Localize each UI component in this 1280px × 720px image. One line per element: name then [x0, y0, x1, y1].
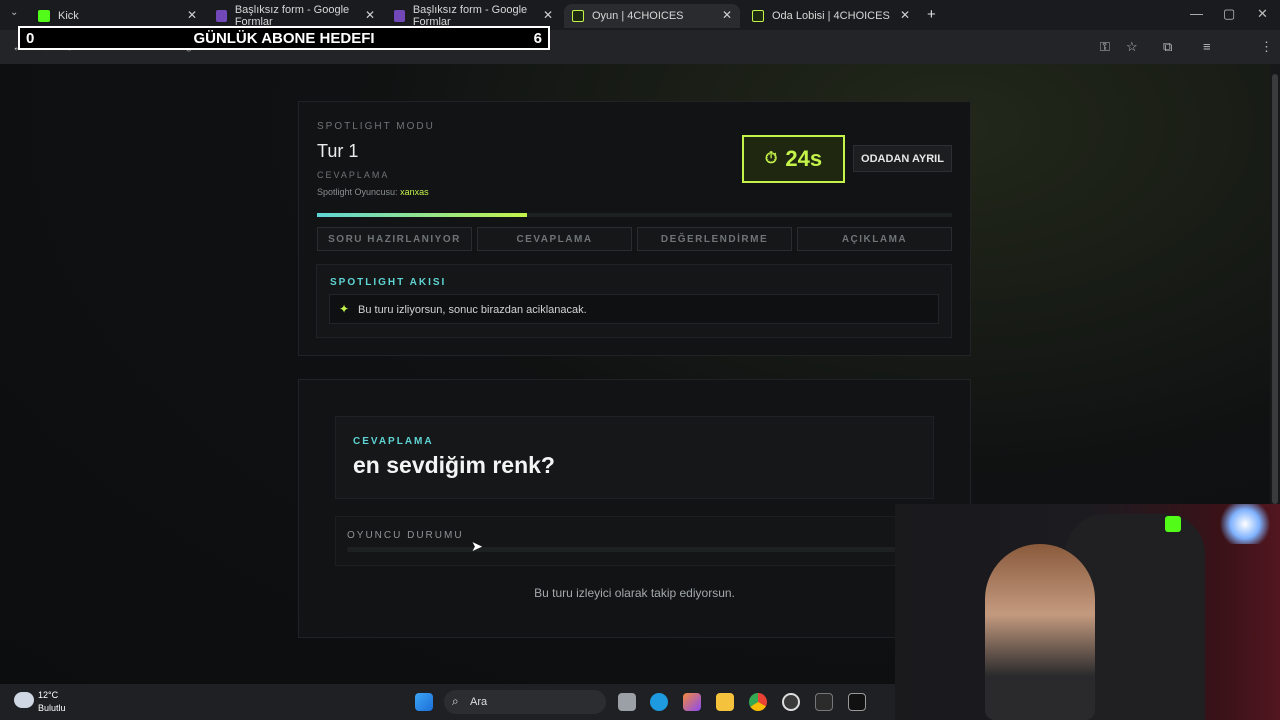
- scroll-thumb[interactable]: [1272, 74, 1278, 504]
- stopwatch-icon: ⏱: [764, 150, 778, 167]
- spotlight-player: Spotlight Oyuncusu: xanxas: [317, 187, 429, 197]
- 4choices-icon: [572, 10, 584, 22]
- tab-game[interactable]: Oyun | 4CHOICES ✕: [564, 4, 740, 28]
- 4choices-icon: [752, 10, 764, 22]
- media-icon[interactable]: ≡: [1203, 39, 1211, 54]
- weather-icon[interactable]: [14, 692, 34, 708]
- streamer: [985, 544, 1095, 720]
- phase-label: CEVAPLAMA: [317, 170, 390, 180]
- player-status-bar: [347, 547, 922, 552]
- tab-form-2[interactable]: Başlıksız form - Google Formlar ✕: [386, 4, 561, 28]
- timer-value: 24s: [785, 146, 823, 171]
- extensions-icon[interactable]: ⧉: [1163, 39, 1172, 55]
- kick-logo-icon: [1165, 516, 1181, 532]
- player-status-panel: [335, 516, 934, 566]
- question-phase: CEVAPLAMA: [353, 436, 434, 447]
- close-icon[interactable]: ✕: [543, 8, 553, 22]
- leave-room-button[interactable]: ODADAN AYRIL: [853, 145, 952, 172]
- goal-title: GÜNLÜK ABONE HEDEFI: [193, 29, 375, 47]
- player-status-title: OYUNCU DURUMU: [347, 530, 464, 541]
- round-title: Tur 1: [317, 141, 359, 161]
- search-icon: ⌕: [452, 694, 459, 708]
- tab-form-1[interactable]: Başlıksız form - Google Formlar ✕: [208, 4, 383, 28]
- webcam-feed: [895, 504, 1280, 720]
- close-icon[interactable]: ✕: [365, 8, 375, 22]
- menu-icon[interactable]: ⋮: [1260, 39, 1273, 55]
- sparkle-icon: ✦: [339, 302, 350, 316]
- key-icon[interactable]: ⚿: [1100, 39, 1110, 55]
- maximize-icon[interactable]: ▢: [1223, 6, 1235, 22]
- round-progress-fill: [317, 213, 527, 217]
- spotlight-player-name: xanxas: [400, 187, 429, 197]
- stage-evaluation: DEĞERLENDİRME: [637, 227, 792, 251]
- tab-title: Başlıksız form - Google Formlar: [234, 4, 350, 28]
- file-explorer-icon[interactable]: [716, 693, 734, 711]
- bookmark-star-icon[interactable]: ☆: [1126, 39, 1138, 55]
- forms-icon: [216, 10, 227, 22]
- window-close-icon[interactable]: ✕: [1257, 6, 1268, 22]
- mouse-cursor-icon: ➤: [471, 538, 483, 554]
- copilot-icon[interactable]: [683, 693, 701, 711]
- kick-icon: [38, 10, 50, 22]
- tab-title: Oyun | 4CHOICES: [592, 10, 684, 22]
- taskbar-search[interactable]: ⌕ Ara: [444, 690, 606, 714]
- question-text: en sevdiğim renk?: [353, 452, 555, 478]
- tab-lobby[interactable]: Oda Lobisi | 4CHOICES ✕: [744, 4, 918, 28]
- search-placeholder: Ara: [470, 696, 488, 708]
- spotlight-flow-message: Bu turu izliyorsun, sonuc birazdan acikl…: [358, 304, 587, 316]
- obs-icon[interactable]: [782, 693, 800, 711]
- weather-temp[interactable]: 12°C: [38, 690, 58, 700]
- goal-target: 6: [533, 29, 542, 47]
- chrome-icon[interactable]: [749, 693, 767, 711]
- app-icon[interactable]: [815, 693, 833, 711]
- spotlight-player-label: Spotlight Oyuncusu:: [317, 187, 398, 197]
- new-tab-icon[interactable]: +: [927, 6, 936, 23]
- stage-question-prep: SORU HAZIRLANIYOR: [317, 227, 472, 251]
- minimize-icon[interactable]: —: [1190, 6, 1203, 21]
- tab-title: Oda Lobisi | 4CHOICES: [772, 10, 890, 22]
- stage-tabs: SORU HAZIRLANIYOR CEVAPLAMA DEĞERLENDİRM…: [317, 227, 952, 251]
- tab-search-icon[interactable]: ⌄: [10, 7, 18, 18]
- timer: ⏱ 24s: [742, 135, 845, 183]
- terminal-icon[interactable]: [848, 693, 866, 711]
- tab-title: Başlıksız form - Google Formlar: [412, 4, 528, 28]
- forms-icon: [394, 10, 405, 22]
- spectator-note: Bu turu izleyici olarak takip ediyorsun.: [534, 586, 735, 600]
- stage-reveal: AÇIKLAMA: [797, 227, 952, 251]
- close-icon[interactable]: ✕: [187, 8, 197, 22]
- goal-current: 0: [26, 29, 35, 47]
- lamp-glow: [1215, 504, 1275, 544]
- windows-start-icon[interactable]: [415, 693, 433, 711]
- tab-kick[interactable]: Kick ✕: [30, 4, 205, 28]
- stage-answering: CEVAPLAMA: [477, 227, 632, 251]
- round-progress: [317, 213, 952, 217]
- close-icon[interactable]: ✕: [722, 8, 732, 22]
- mode-label: SPOTLIGHT MODU: [317, 121, 435, 132]
- close-icon[interactable]: ✕: [900, 8, 910, 22]
- spotlight-flow-title: SPOTLIGHT AKISI: [330, 277, 447, 288]
- task-view-icon[interactable]: [618, 693, 636, 711]
- weather-desc[interactable]: Bulutlu: [38, 703, 66, 713]
- tab-title: Kick: [58, 10, 79, 22]
- taskbar: 12°C Bulutlu ⌕ Ara: [0, 684, 895, 720]
- edge-icon[interactable]: [650, 693, 668, 711]
- subscriber-goal-overlay: 0 GÜNLÜK ABONE HEDEFI 6: [18, 26, 550, 50]
